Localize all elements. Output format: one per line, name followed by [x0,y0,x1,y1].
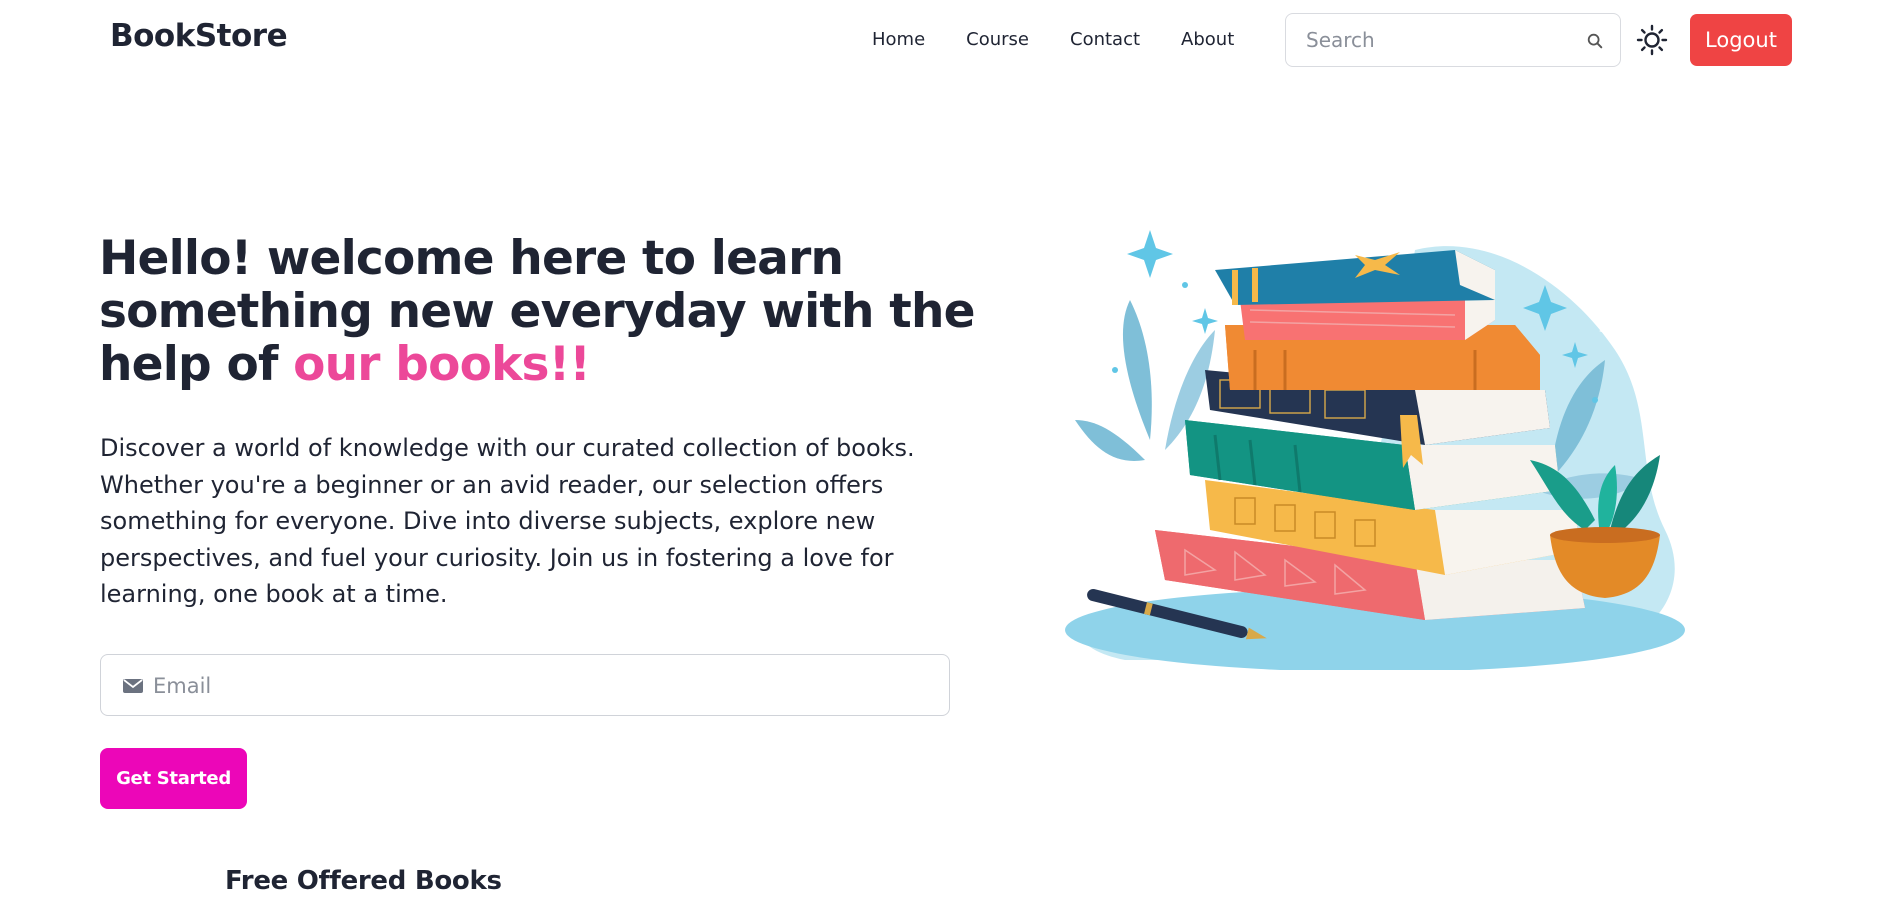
search-input[interactable] [1306,26,1576,54]
sun-icon[interactable] [1636,24,1668,56]
email-field-container [100,654,950,716]
nav-menu: Home Course Contact About [872,29,1275,50]
books-illustration [1065,230,1685,670]
nav-item-course[interactable]: Course [966,29,1029,50]
brand-logo[interactable]: BookStore [110,18,288,54]
search-icon[interactable] [1586,32,1604,50]
get-started-button[interactable]: Get Started [100,748,247,809]
nav-item-contact[interactable]: Contact [1070,29,1140,50]
logout-button[interactable]: Logout [1690,14,1792,66]
nav-item-home[interactable]: Home [872,29,925,50]
navbar: BookStore Home Course Contact About Logo… [0,0,1895,78]
section-title: Free Offered Books [225,866,502,896]
hero-title-highlight: our books!! [293,337,591,392]
nav-item-about[interactable]: About [1181,29,1234,50]
mail-icon [123,679,143,693]
email-field[interactable] [153,671,913,701]
hero-title: Hello! welcome here to learn something n… [99,232,999,391]
search-box [1285,13,1621,67]
hero-description: Discover a world of knowledge with our c… [100,434,915,608]
